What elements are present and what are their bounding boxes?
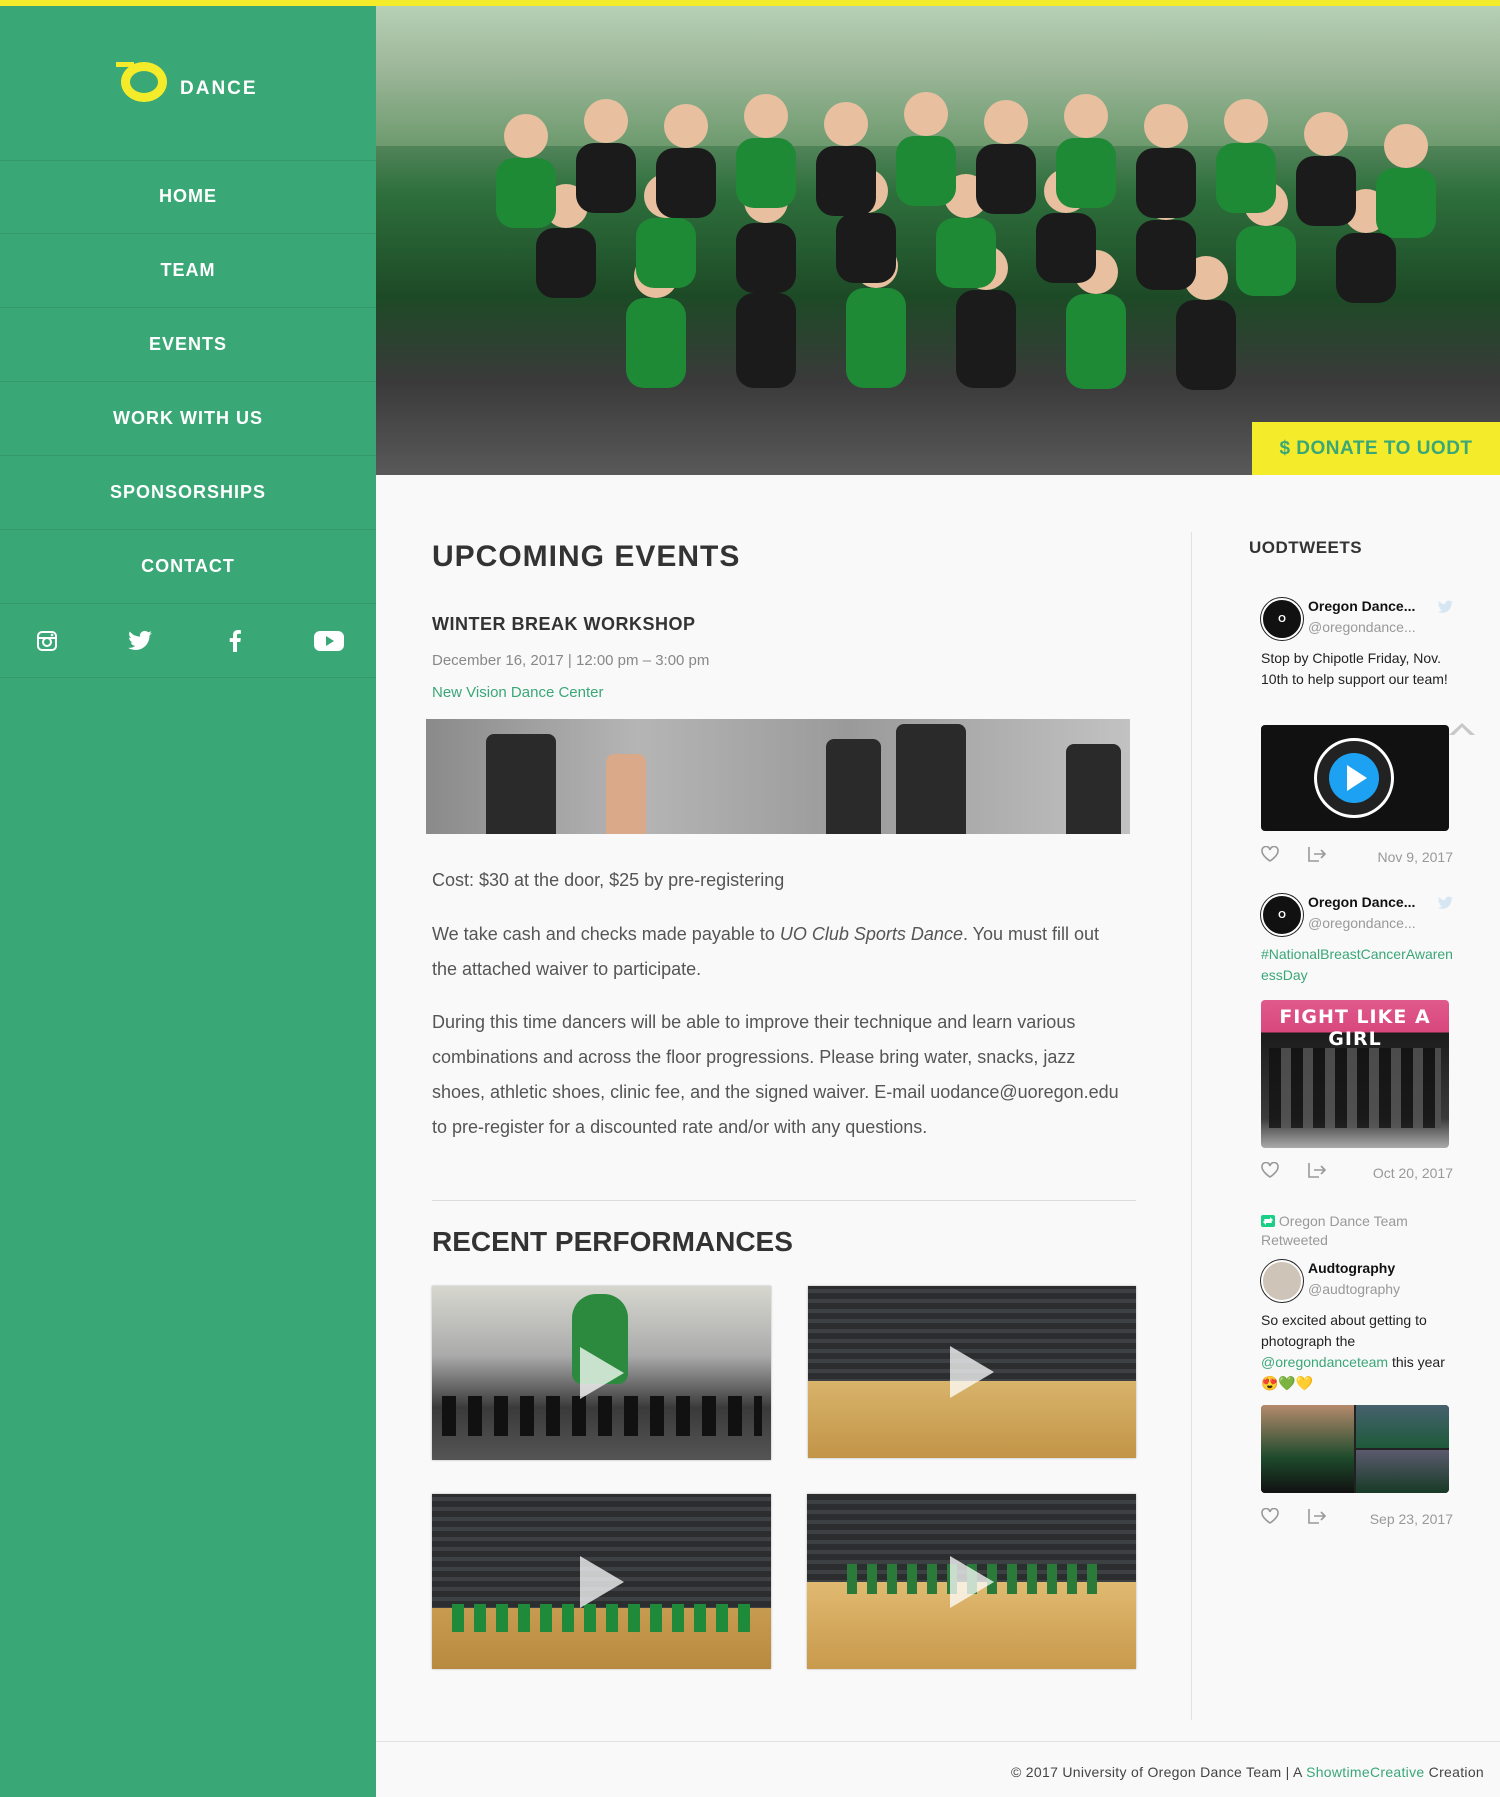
like-icon[interactable]: [1261, 1162, 1279, 1178]
nav-item-sponsorships[interactable]: SPONSORSHIPS: [0, 456, 376, 530]
tweet-image-caption: FIGHT LIKE A GIRL: [1279, 1006, 1431, 1050]
event-cost: Cost: $30 at the door, $25 by pre-regist…: [432, 870, 785, 890]
performance-video-4[interactable]: [807, 1494, 1136, 1669]
play-icon: [579, 1347, 624, 1399]
avatar[interactable]: O: [1261, 894, 1303, 936]
tweet-text: Stop by Chipotle Friday, Nov. 10th to he…: [1261, 650, 1448, 687]
twitter-bird-icon: [1437, 896, 1453, 909]
event-title[interactable]: WINTER BREAK WORKSHOP: [432, 614, 696, 635]
play-icon: [1347, 765, 1367, 791]
twitter-bird-icon: [1437, 600, 1453, 613]
performance-video-3[interactable]: [432, 1494, 771, 1669]
twitter-feed-heading: UODTWEETS: [1249, 538, 1363, 557]
tweet-author-handle[interactable]: @oregondance...: [1308, 619, 1416, 635]
like-icon[interactable]: [1261, 1508, 1279, 1524]
tweet-date[interactable]: Oct 20, 2017: [1373, 1165, 1453, 1181]
scroll-up-icon[interactable]: [1449, 723, 1475, 735]
tweet-actions: Nov 9, 2017: [1261, 846, 1453, 866]
tweet-author-handle[interactable]: @audtography: [1308, 1281, 1400, 1297]
retweet-label: Oregon Dance Team Retweeted: [1261, 1213, 1408, 1248]
youtube-icon[interactable]: [314, 628, 344, 654]
footer-text: © 2017 University of Oregon Dance Team |…: [1011, 1764, 1307, 1780]
upcoming-events-heading: UPCOMING EVENTS: [432, 540, 741, 573]
recent-performances-heading: RECENT PERFORMANCES: [432, 1226, 793, 1257]
tweet-author-handle[interactable]: @oregondance...: [1308, 915, 1416, 931]
retweet-icon: [1261, 1215, 1275, 1227]
play-icon: [579, 1555, 624, 1608]
footer-divider: [376, 1741, 1500, 1742]
footer-credit-link[interactable]: ShowtimeCreative: [1306, 1764, 1424, 1780]
event-date: December 16, 2017 | 12:00 pm – 3:00 pm: [432, 652, 710, 669]
main-nav: HOME TEAM EVENTS WORK WITH US SPONSORSHI…: [0, 160, 376, 604]
play-icon: [949, 1555, 994, 1608]
event-details: During this time dancers will be able to…: [432, 1012, 1119, 1137]
nav-item-events[interactable]: EVENTS: [0, 308, 376, 382]
tweet-date[interactable]: Sep 23, 2017: [1370, 1511, 1453, 1527]
column-divider: [1191, 532, 1192, 1720]
top-accent-bar: [0, 0, 1500, 6]
tweet-video[interactable]: [1261, 725, 1449, 831]
tweet-author-name[interactable]: Oregon Dance...: [1308, 894, 1415, 910]
tweet-text: So excited about getting to photograph t…: [1261, 1312, 1445, 1391]
site-logo[interactable]: DANCE: [0, 6, 376, 161]
tweet-author-name[interactable]: Oregon Dance...: [1308, 598, 1415, 614]
sidebar: DANCE HOME TEAM EVENTS WORK WITH US SPON…: [0, 0, 376, 1797]
performance-video-2[interactable]: [808, 1286, 1136, 1458]
mention-link[interactable]: @oregondanceteam: [1261, 1354, 1388, 1370]
nav-item-work-with-us[interactable]: WORK WITH US: [0, 382, 376, 456]
tweet-image[interactable]: FIGHT LIKE A GIRL: [1261, 1000, 1449, 1148]
play-icon: [950, 1346, 994, 1398]
event-payment: We take cash and checks made payable to …: [432, 924, 1100, 979]
section-divider: [432, 1200, 1136, 1201]
instagram-icon[interactable]: [34, 628, 60, 654]
share-icon[interactable]: [1308, 1162, 1326, 1178]
facebook-icon[interactable]: [222, 628, 248, 654]
nav-item-team[interactable]: TEAM: [0, 234, 376, 308]
hero-dancers-illustration: [496, 92, 1436, 390]
like-icon[interactable]: [1261, 846, 1279, 862]
nav-item-home[interactable]: HOME: [0, 160, 376, 234]
footer-text-end: Creation: [1424, 1764, 1484, 1780]
avatar[interactable]: [1261, 1260, 1303, 1302]
event-location-link[interactable]: New Vision Dance Center: [432, 684, 603, 701]
share-icon[interactable]: [1308, 1508, 1326, 1524]
tweet-actions: Sep 23, 2017: [1261, 1508, 1453, 1528]
share-icon[interactable]: [1308, 846, 1326, 862]
donate-button[interactable]: $ DONATE TO UODT: [1252, 422, 1500, 475]
tweet-date[interactable]: Nov 9, 2017: [1378, 849, 1454, 865]
hero-team-photo: $ DONATE TO UODT: [376, 6, 1500, 475]
tweet-author-name[interactable]: Audtography: [1308, 1260, 1395, 1276]
twitter-icon[interactable]: [128, 628, 154, 654]
footer: © 2017 University of Oregon Dance Team |…: [1011, 1764, 1484, 1780]
tweet-hashtag-link[interactable]: #NationalBreastCancerAwarenessDay: [1261, 944, 1453, 986]
logo-text: DANCE: [180, 78, 258, 99]
nav-item-contact[interactable]: CONTACT: [0, 530, 376, 604]
social-links: [0, 604, 376, 678]
oregon-o-logo-icon: [116, 62, 167, 102]
tweet-image[interactable]: [1261, 1405, 1449, 1493]
event-banner-image: [426, 719, 1130, 834]
tweet-actions: Oct 20, 2017: [1261, 1162, 1453, 1182]
avatar[interactable]: O: [1261, 598, 1303, 640]
performance-video-1[interactable]: [432, 1286, 771, 1460]
